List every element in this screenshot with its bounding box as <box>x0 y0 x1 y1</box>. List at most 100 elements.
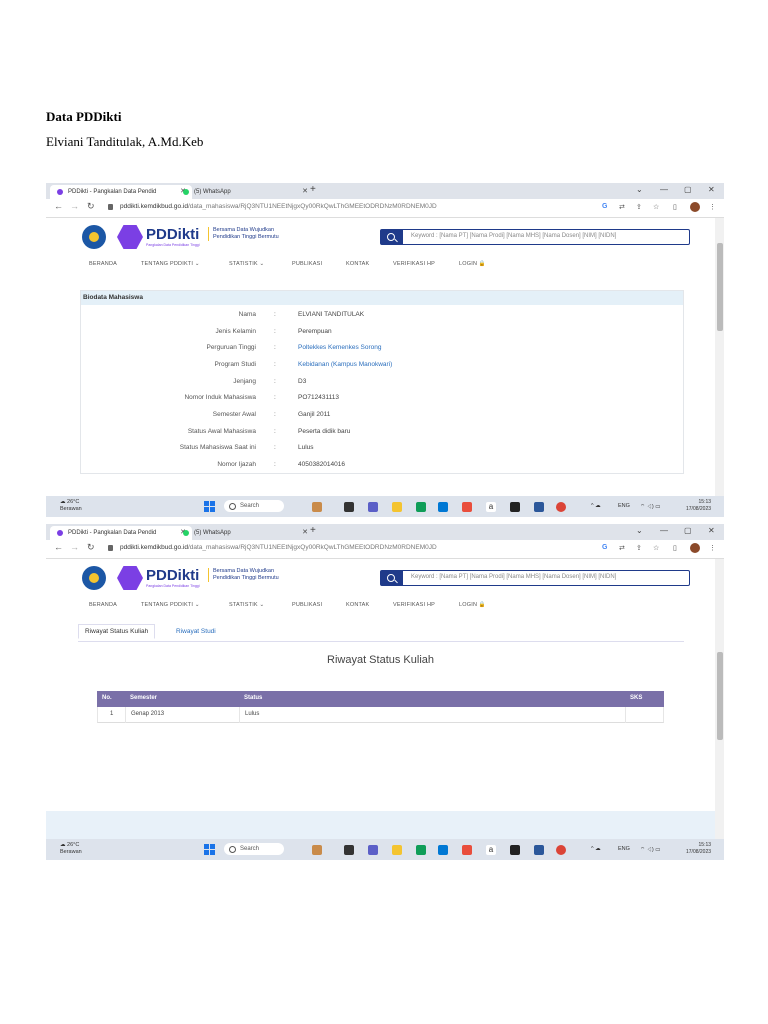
store-icon[interactable] <box>438 502 448 512</box>
tray-icons[interactable]: ^ ☁ <box>591 503 601 509</box>
chat-icon[interactable] <box>368 845 378 855</box>
new-tab-button[interactable]: + <box>310 525 316 536</box>
url-field[interactable]: pddikti.kemdikbud.go.id/data_mahasiswa/R… <box>120 203 437 210</box>
clock[interactable]: 15:13 17/08/2023 <box>686 499 711 513</box>
taskbar: ☁ 26°C Berawan Search a ^ ☁ ENG ⌔ ◁) ▭ 15… <box>46 839 724 860</box>
chrome-icon[interactable] <box>556 845 566 855</box>
menu-beranda[interactable]: BERANDA <box>89 261 117 267</box>
network-sound-icons[interactable]: ⌔ ◁) ▭ <box>640 846 660 853</box>
search-icon[interactable] <box>381 571 403 585</box>
restore-button[interactable]: ▢ <box>684 185 692 194</box>
app-icon[interactable] <box>462 502 472 512</box>
profile-avatar[interactable] <box>690 543 700 553</box>
scrollbar-thumb[interactable] <box>717 243 723 331</box>
scrollbar-thumb[interactable] <box>717 652 723 740</box>
task-view-icon[interactable] <box>344 502 354 512</box>
weather-widget[interactable]: ☁ 26°C Berawan <box>60 499 82 513</box>
file-explorer-icon[interactable] <box>392 502 402 512</box>
app-icon[interactable] <box>462 845 472 855</box>
link-program-studi[interactable]: Kebidanan (Kampus Manokwari) <box>298 361 392 368</box>
back-icon[interactable]: ← <box>54 201 63 211</box>
reload-icon[interactable]: ↻ <box>87 201 95 212</box>
sidepanel-icon[interactable]: ▯ <box>673 544 677 552</box>
search-input[interactable]: Keyword : [Nama PT] [Nama Prodi] [Nama M… <box>380 570 690 586</box>
new-tab-button[interactable]: + <box>310 184 316 195</box>
star-icon[interactable]: ☆ <box>653 544 659 552</box>
tray-icons[interactable]: ^ ☁ <box>591 846 601 852</box>
back-icon[interactable]: ← <box>54 542 63 552</box>
share-icon[interactable]: ⇪ <box>636 544 642 552</box>
amazon-icon[interactable]: a <box>486 502 496 512</box>
tab-whatsapp[interactable]: (5) WhatsApp ✕ <box>176 185 314 199</box>
profile-avatar[interactable] <box>690 202 700 212</box>
tab-pddikti[interactable]: PDDikti - Pangkalan Data Pendid ✕ <box>50 526 192 540</box>
link-perguruan-tinggi[interactable]: Poltekkes Kemenkes Sorong <box>298 344 381 351</box>
google-icon[interactable]: G <box>602 203 607 210</box>
share-icon[interactable]: ⇪ <box>636 203 642 211</box>
chevron-down-icon[interactable]: ⌄ <box>636 185 643 194</box>
widgets-icon[interactable] <box>312 502 322 512</box>
word-icon[interactable] <box>534 502 544 512</box>
forward-icon[interactable]: → <box>70 542 79 552</box>
menu-kontak[interactable]: KONTAK <box>346 602 369 608</box>
close-window-button[interactable]: ✕ <box>708 526 715 535</box>
search-icon[interactable] <box>381 230 403 244</box>
more-icon[interactable]: ⋮ <box>709 203 716 211</box>
forward-icon[interactable]: → <box>70 201 79 211</box>
menu-kontak[interactable]: KONTAK <box>346 261 369 267</box>
search-input[interactable]: Keyword : [Nama PT] [Nama Prodi] [Nama M… <box>380 229 690 245</box>
more-icon[interactable]: ⋮ <box>709 544 716 552</box>
widgets-icon[interactable] <box>312 845 322 855</box>
menu-verifikasi-hp[interactable]: VERIFIKASI HP <box>393 602 435 608</box>
edge-icon[interactable] <box>416 845 426 855</box>
menu-verifikasi-hp[interactable]: VERIFIKASI HP <box>393 261 435 267</box>
menu-publikasi[interactable]: PUBLIKASI <box>292 602 322 608</box>
menu-statistik[interactable]: STATISTIK ⌄ <box>229 602 264 608</box>
tab-whatsapp[interactable]: (5) WhatsApp ✕ <box>176 526 314 540</box>
reload-icon[interactable]: ↻ <box>87 542 95 553</box>
close-window-button[interactable]: ✕ <box>708 185 715 194</box>
windows-start-icon[interactable] <box>204 844 215 855</box>
tab-pddikti[interactable]: PDDikti - Pangkalan Data Pendid ✕ <box>50 185 192 199</box>
menu-login[interactable]: LOGIN 🔒 <box>459 261 486 267</box>
menu-publikasi[interactable]: PUBLIKASI <box>292 261 322 267</box>
weather-widget[interactable]: ☁ 26°C Berawan <box>60 842 82 856</box>
star-icon[interactable]: ☆ <box>653 203 659 211</box>
task-view-icon[interactable] <box>344 845 354 855</box>
language-indicator[interactable]: ENG <box>618 846 630 852</box>
chat-icon[interactable] <box>368 502 378 512</box>
clock[interactable]: 15:13 17/08/2023 <box>686 842 711 856</box>
close-icon[interactable]: ✕ <box>302 185 308 199</box>
translate-icon[interactable]: ⇄ <box>619 203 625 211</box>
word-icon[interactable] <box>534 845 544 855</box>
store-icon[interactable] <box>438 845 448 855</box>
close-icon[interactable]: ✕ <box>302 526 308 540</box>
minimize-button[interactable]: — <box>660 526 668 535</box>
menu-beranda[interactable]: BERANDA <box>89 602 117 608</box>
chevron-down-icon[interactable]: ⌄ <box>636 526 643 535</box>
menu-tentang[interactable]: TENTANG PDDIKTI ⌄ <box>141 602 200 608</box>
document-title: Data PDDikti <box>46 109 122 124</box>
network-sound-icons[interactable]: ⌔ ◁) ▭ <box>640 503 660 510</box>
dropbox-icon[interactable] <box>510 845 520 855</box>
dropbox-icon[interactable] <box>510 502 520 512</box>
sidepanel-icon[interactable]: ▯ <box>673 203 677 211</box>
edge-icon[interactable] <box>416 502 426 512</box>
taskbar-search[interactable]: Search <box>224 843 284 855</box>
url-field[interactable]: pddikti.kemdikbud.go.id/data_mahasiswa/R… <box>120 544 437 551</box>
restore-button[interactable]: ▢ <box>684 526 692 535</box>
language-indicator[interactable]: ENG <box>618 503 630 509</box>
tab-riwayat-status-kuliah[interactable]: Riwayat Status Kuliah <box>78 624 156 639</box>
file-explorer-icon[interactable] <box>392 845 402 855</box>
menu-login[interactable]: LOGIN 🔒 <box>459 602 486 608</box>
tab-riwayat-studi[interactable]: Riwayat Studi <box>176 628 216 635</box>
chrome-icon[interactable] <box>556 502 566 512</box>
google-icon[interactable]: G <box>602 544 607 551</box>
translate-icon[interactable]: ⇄ <box>619 544 625 552</box>
minimize-button[interactable]: — <box>660 185 668 194</box>
menu-tentang[interactable]: TENTANG PDDIKTI ⌄ <box>141 261 200 267</box>
taskbar-search[interactable]: Search <box>224 500 284 512</box>
amazon-icon[interactable]: a <box>486 845 496 855</box>
menu-statistik[interactable]: STATISTIK ⌄ <box>229 261 264 267</box>
windows-start-icon[interactable] <box>204 501 215 512</box>
